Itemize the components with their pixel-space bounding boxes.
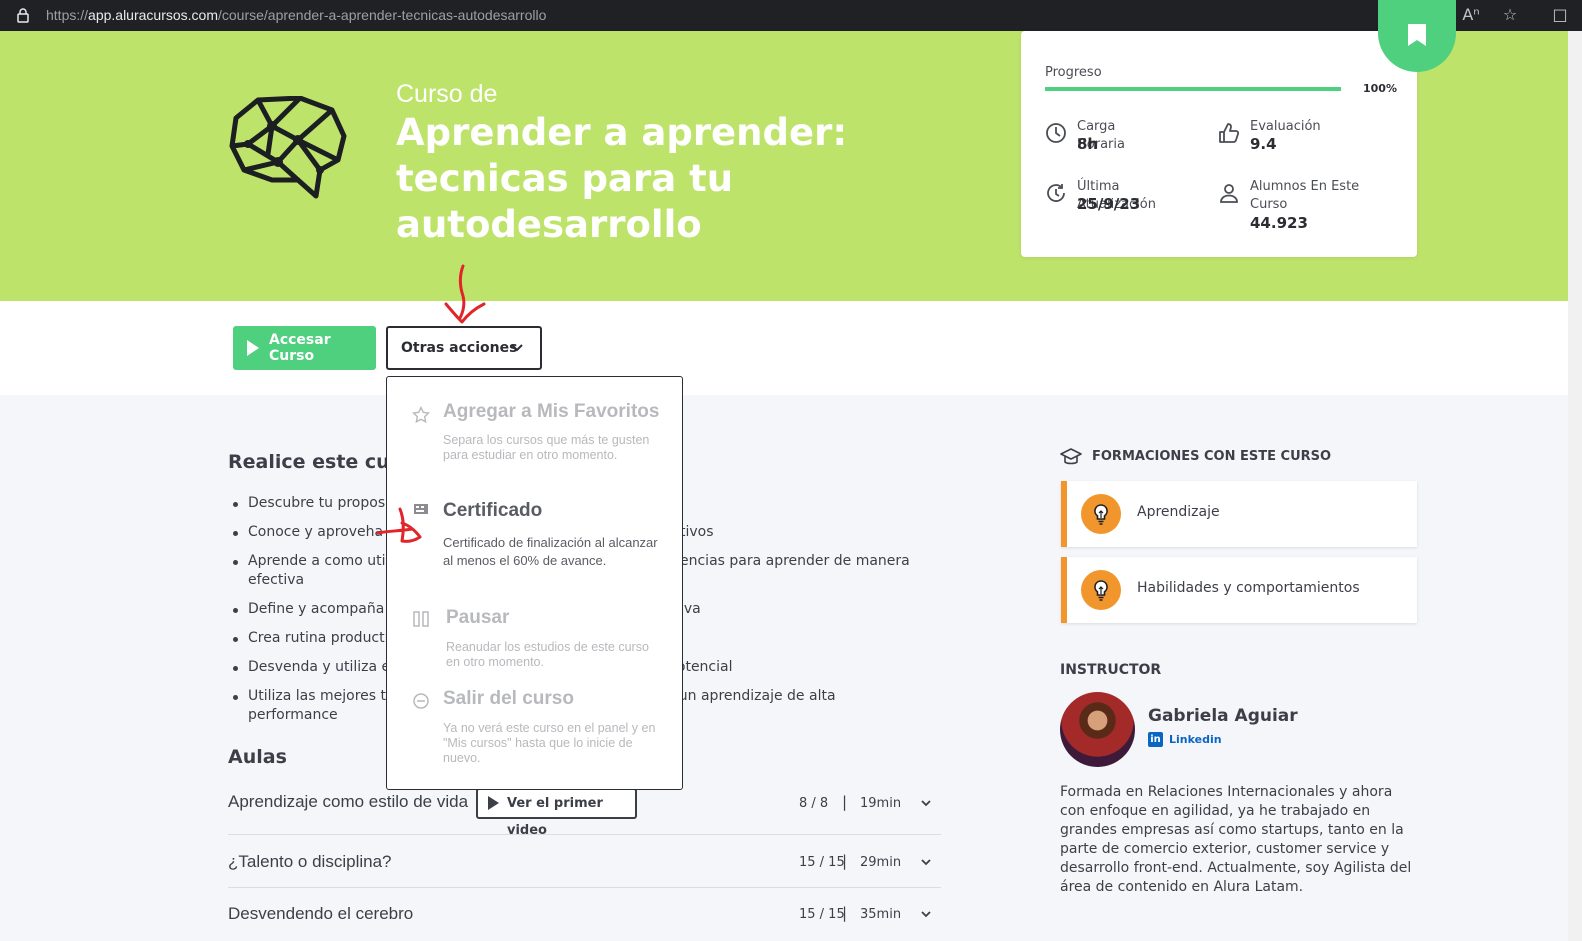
progress-label: Progreso bbox=[1045, 65, 1102, 80]
aula-name: Desvendendo el cerebro bbox=[228, 904, 414, 923]
instructor-name: Gabriela Aguiar bbox=[1148, 706, 1298, 726]
menu-item-desc: Ya no verá este curso en el panel y en "… bbox=[443, 721, 656, 765]
formacion-card-habilidades[interactable]: Habilidades y comportamientos bbox=[1061, 557, 1417, 623]
ribbon-icon bbox=[1408, 24, 1426, 46]
alumnos-value: 44.923 bbox=[1250, 214, 1308, 232]
menu-item-title: Certificado bbox=[443, 500, 543, 521]
formacion-name: Habilidades y comportamientos bbox=[1137, 580, 1360, 596]
menu-item-title: Agregar a Mis Favoritos bbox=[443, 401, 660, 422]
carga-horaria-value: 8h bbox=[1077, 135, 1099, 153]
ver-primer-video-button[interactable]: Ver el primer video bbox=[476, 788, 637, 838]
course-pre-title: Curso de bbox=[396, 80, 498, 108]
aula-name: Aprendizaje como estilo de vida bbox=[228, 792, 469, 811]
lightbulb-icon bbox=[1081, 494, 1121, 534]
play-icon bbox=[247, 340, 259, 356]
chevron-down-icon[interactable] bbox=[920, 908, 932, 920]
aula-row[interactable]: Desvendendo el cerebro 15 / 15 | 35min bbox=[228, 888, 941, 940]
chevron-down-icon bbox=[511, 344, 523, 352]
instructor-bio: Formada en Relaciones Internacionales y … bbox=[1060, 784, 1412, 895]
pause-icon bbox=[413, 611, 429, 627]
url-host: app.aluracursos.com bbox=[88, 7, 218, 23]
formacion-card-aprendizaje[interactable]: Aprendizaje bbox=[1061, 481, 1417, 547]
alumnos-label: Alumnos En Este Curso bbox=[1250, 179, 1360, 212]
menu-item-desc: Reanudar los estudios de este curso en o… bbox=[446, 640, 649, 669]
favorite-star-icon[interactable]: ☆ bbox=[1500, 5, 1520, 25]
menu-item-desc: Certificado de finalización al alcanzar … bbox=[443, 535, 658, 568]
minus-circle-icon bbox=[413, 693, 429, 709]
formaciones-heading: FORMACIONES CON ESTE CURSO bbox=[1060, 447, 1331, 471]
aula-separator: | bbox=[842, 852, 848, 870]
otras-acciones-label: Otras acciones bbox=[401, 340, 518, 356]
play-icon bbox=[488, 796, 499, 810]
aula-count: 8 / 8 bbox=[799, 796, 829, 811]
read-aloud-icon[interactable]: Aⁿ bbox=[1461, 5, 1481, 25]
url-scheme: https:// bbox=[46, 7, 89, 23]
evaluacion-label: Evaluación bbox=[1250, 119, 1321, 134]
chevron-down-icon[interactable] bbox=[920, 856, 932, 868]
star-icon bbox=[412, 406, 430, 424]
browser-address-bar: https://app.aluracursos.com/course/apren… bbox=[0, 0, 1582, 31]
clock-icon bbox=[1046, 123, 1066, 143]
menu-item-title: Salir del curso bbox=[443, 688, 574, 709]
otras-acciones-button[interactable]: Otras acciones bbox=[386, 326, 542, 370]
aula-duration: 35min bbox=[860, 907, 902, 922]
page-scrollbar[interactable] bbox=[1568, 31, 1582, 941]
url-field[interactable]: https://app.aluracursos.com/course/apren… bbox=[46, 7, 546, 23]
aula-separator: | bbox=[842, 904, 848, 922]
formacion-name: Aprendizaje bbox=[1137, 504, 1220, 520]
accesar-curso-label: Accesar Curso bbox=[269, 332, 331, 364]
formaciones-heading-text: FORMACIONES CON ESTE CURSO bbox=[1092, 449, 1332, 464]
chevron-down-icon[interactable] bbox=[920, 797, 932, 809]
instructor-heading: INSTRUCTOR bbox=[1060, 662, 1162, 678]
linkedin-icon: in bbox=[1148, 732, 1163, 747]
course-title: Aprender a aprender: tecnicas para tu au… bbox=[396, 111, 848, 246]
aula-count: 15 / 15 bbox=[799, 907, 845, 922]
progress-bar bbox=[1045, 87, 1341, 91]
aulas-heading: Aulas bbox=[228, 746, 287, 768]
certificate-icon bbox=[414, 504, 428, 514]
ultima-actualizacion-value: 25/9/23 bbox=[1077, 195, 1141, 213]
aula-count: 15 / 15 bbox=[799, 855, 845, 870]
progress-value: 100% bbox=[1363, 82, 1397, 95]
aula-name: ¿Talento o disciplina? bbox=[228, 852, 392, 871]
instructor-avatar bbox=[1060, 692, 1135, 767]
progress-bar-fill bbox=[1045, 87, 1341, 91]
split-screen-icon[interactable]: □ bbox=[1550, 5, 1570, 25]
otras-acciones-menu: Agregar a Mis Favoritos Separa los curso… bbox=[386, 376, 683, 790]
lightbulb-icon bbox=[1081, 570, 1121, 610]
update-clock-icon bbox=[1047, 184, 1065, 202]
objectives-heading: Realice este curs bbox=[228, 451, 411, 473]
aula-duration: 29min bbox=[860, 855, 902, 870]
menu-item-title: Pausar bbox=[446, 607, 510, 628]
aula-row[interactable]: ¿Talento o disciplina? 15 / 15 | 29min bbox=[228, 836, 941, 888]
brain-icon bbox=[229, 96, 347, 199]
course-stats-card: Progreso 100% Carga Horaria 8h Evaluació… bbox=[1021, 31, 1417, 257]
lock-icon[interactable] bbox=[16, 7, 30, 23]
menu-item-desc: Separa los cursos que más te gusten para… bbox=[443, 433, 650, 462]
url-path: /course/aprender-a-aprender-tecnicas-aut… bbox=[217, 7, 547, 23]
user-icon bbox=[1220, 184, 1238, 203]
thumbs-up-icon bbox=[1219, 123, 1240, 143]
aula-duration: 19min bbox=[860, 796, 902, 811]
aula-separator: | bbox=[842, 793, 848, 811]
evaluacion-value: 9.4 bbox=[1250, 135, 1277, 153]
linkedin-label: Linkedin bbox=[1169, 733, 1222, 746]
accesar-curso-button[interactable]: Accesar Curso bbox=[233, 326, 376, 370]
graduation-cap-icon bbox=[1060, 448, 1082, 465]
